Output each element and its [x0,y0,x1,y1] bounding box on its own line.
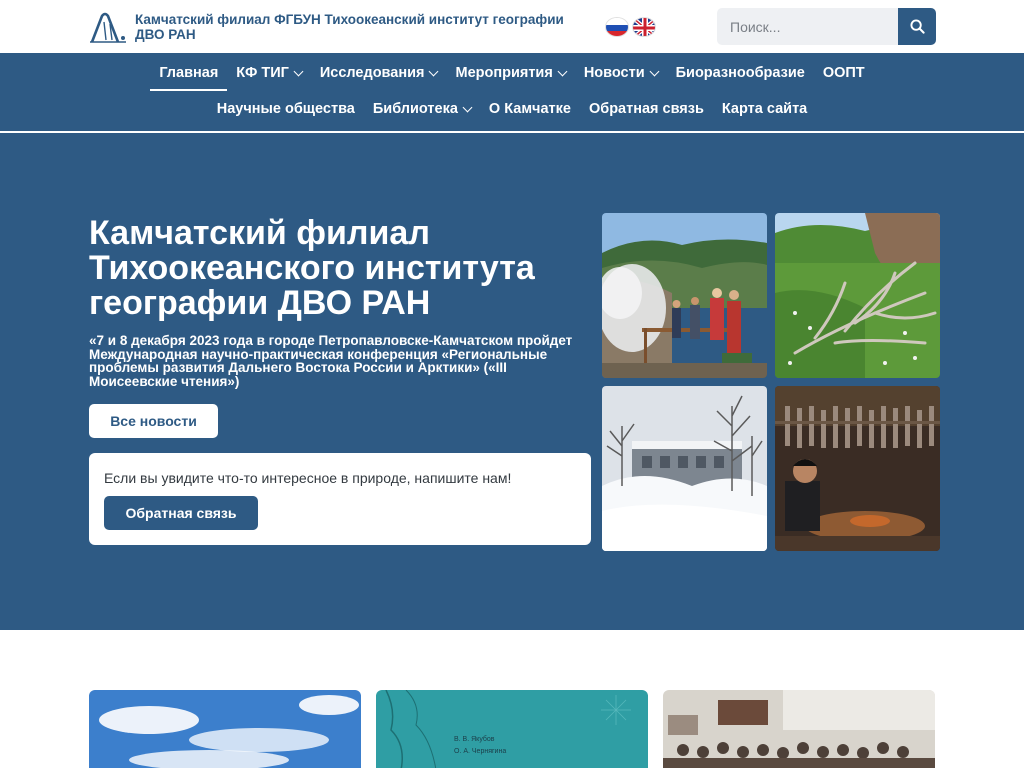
all-news-button[interactable]: Все новости [89,404,218,438]
nav-item-kf-tig[interactable]: КФ ТИГ [227,57,311,89]
nav-item-events[interactable]: Мероприятия [446,57,574,89]
photo-fish-smoking[interactable] [775,386,940,551]
mountain-logo-icon[interactable] [88,10,128,44]
search-icon [909,19,925,34]
book-author-1: В. В. Якубов [454,735,495,743]
photo-snowy-station[interactable] [602,386,767,551]
hero-title: Камчатский филиал Тихоокеанского институ… [89,214,535,322]
main-navigation: Главная КФ ТИГ Исследования Мероприятия … [0,53,1024,133]
nav-item-sitemap[interactable]: Карта сайта [713,93,816,125]
nav-item-oopt[interactable]: ООПТ [814,57,874,89]
nature-report-text: Если вы увидите что-то интересное в прир… [104,470,512,486]
cards-section: В. В. Якубов О. А. Чернягина [0,630,1024,768]
search-button[interactable] [898,8,936,45]
card-book[interactable]: В. В. Якубов О. А. Чернягина [376,690,648,768]
feedback-button[interactable]: Обратная связь [104,496,258,530]
hero-announcement: «7 и 8 декабря 2023 года в городе Петроп… [89,333,573,389]
chevron-down-icon [649,66,660,76]
top-bar: Камчатский филиал ФГБУН Тихоокеанский ин… [0,0,1024,53]
nav-row-secondary: Научные общества Библиотека О Камчатке О… [0,93,1024,125]
org-name[interactable]: Камчатский филиал ФГБУН Тихоокеанский ин… [135,12,575,42]
chevron-down-icon [429,66,439,76]
flag-uk-icon[interactable] [632,17,656,37]
nav-item-library[interactable]: Библиотека [364,93,480,125]
nav-row-primary: Главная КФ ТИГ Исследования Мероприятия … [0,53,1024,93]
chevron-down-icon [293,66,304,76]
nav-item-research[interactable]: Исследования [311,57,447,89]
chevron-down-icon [462,102,473,112]
nav-item-about-kamchatka[interactable]: О Камчатке [480,93,580,125]
search-input[interactable] [717,8,898,45]
nav-item-feedback[interactable]: Обратная связь [580,93,713,125]
chevron-down-icon [557,66,568,76]
book-author-2: О. А. Чернягина [454,748,506,755]
nav-item-scientific-societies[interactable]: Научные общества [208,93,364,125]
nature-report-card: Если вы увидите что-то интересное в прир… [89,453,591,545]
hero-section: Камчатский филиал Тихоокеанского институ… [0,133,1024,630]
photo-geyser-valley[interactable] [602,213,767,378]
photo-dry-branches[interactable] [775,213,940,378]
card-landscape[interactable] [89,690,361,768]
flag-ru-icon[interactable] [605,17,629,37]
nav-item-news[interactable]: Новости [575,57,667,89]
nav-item-home[interactable]: Главная [150,57,228,91]
nav-item-biodiversity[interactable]: Биоразнообразие [667,57,814,89]
card-conference[interactable] [663,690,935,768]
